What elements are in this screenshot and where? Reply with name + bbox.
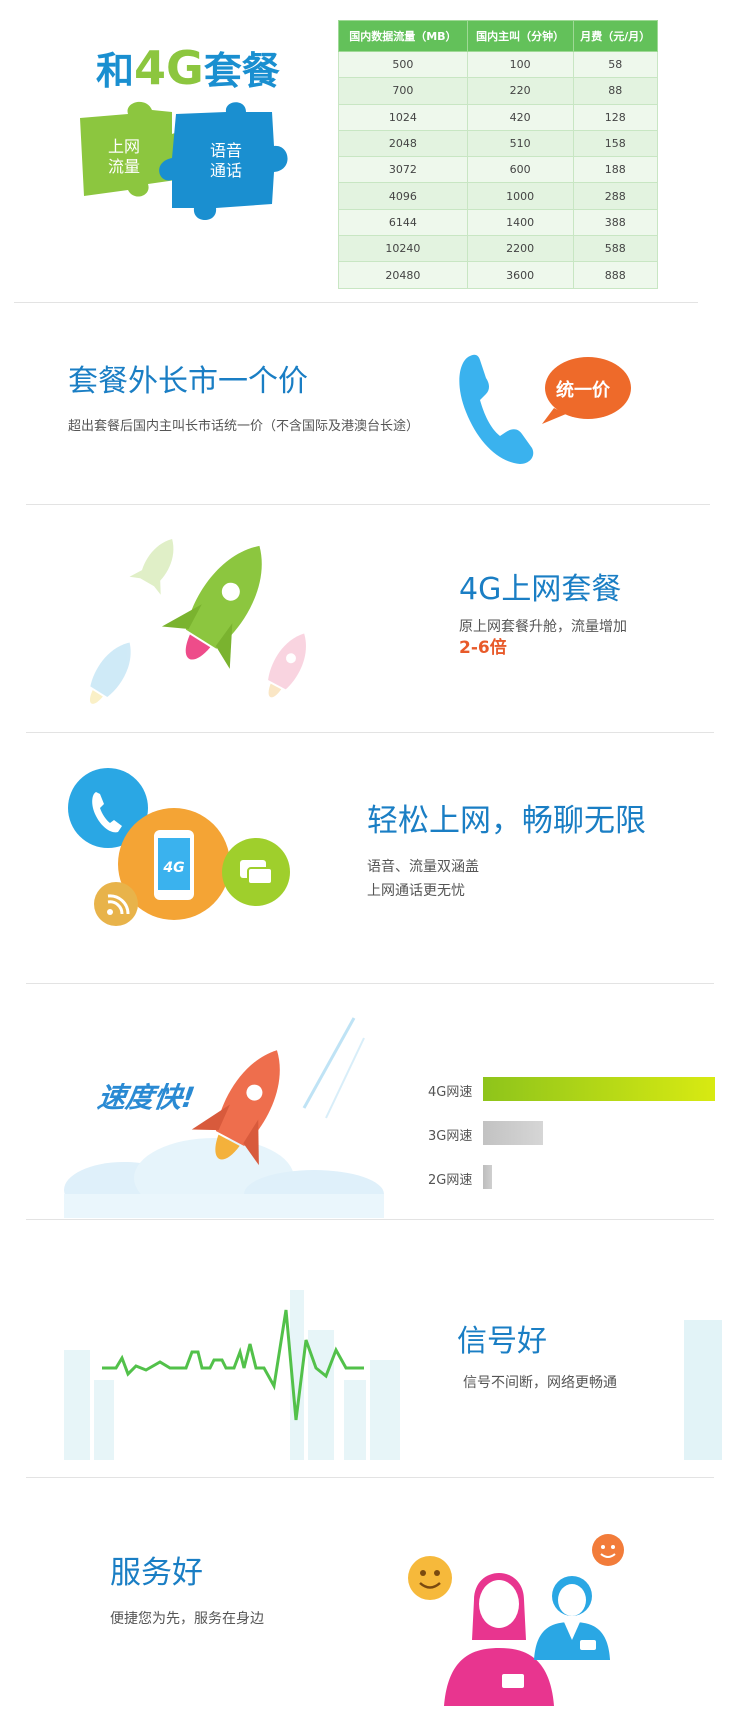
4g-plan-title: 4G上网套餐 (459, 572, 622, 607)
easy-online-line2: 上网通话更无忧 (367, 883, 465, 899)
brand-prefix: 和 (96, 49, 135, 93)
puzzle-left-line1: 上网 (108, 137, 140, 156)
speed-illustration (64, 1017, 384, 1218)
table-cell: 588 (572, 235, 659, 263)
speed-bar-label: 3G网速 (428, 1129, 473, 1144)
plan-table-body: 500 100 58 700 220 88 1024 420 128 2048 510 158 3072… (338, 50, 659, 289)
header-fee: 月费（元/月） (572, 20, 659, 52)
flat-rate-title: 套餐外长市一个价 (68, 364, 308, 399)
speed-bar-label: 4G网速 (428, 1085, 473, 1100)
smile-icon (408, 1556, 452, 1600)
service-title: 服务好 (110, 1555, 203, 1591)
speed-bar (483, 1121, 543, 1145)
puzzle-right-line2: 通话 (210, 161, 242, 180)
table-cell: 600 (466, 156, 574, 184)
table-cell: 500 (338, 50, 468, 79)
table-cell: 100 (466, 50, 574, 79)
table-cell: 4096 (338, 182, 468, 210)
table-row: 20480 3600 888 (338, 261, 659, 289)
signal-title: 信号好 (457, 1324, 547, 1359)
table-cell: 6144 (338, 208, 468, 237)
divider (26, 1477, 714, 1478)
speed-bar (483, 1165, 492, 1189)
easy-online-title: 轻松上网，畅聊无限 (367, 803, 646, 839)
table-row: 500 100 58 (338, 50, 659, 79)
phone-4g-label: 4G (162, 860, 184, 876)
table-row: 2048 510 158 (338, 129, 659, 158)
table-cell: 420 (466, 103, 574, 131)
communication-icons: 4G (68, 768, 290, 926)
header-data: 国内数据流量（MB） (338, 20, 468, 52)
male-agent-avatar (534, 1576, 610, 1660)
right-building-icon (684, 1320, 722, 1460)
service-illustration (408, 1534, 624, 1706)
table-row: 3072 600 188 (338, 156, 659, 184)
brand-4g: 4G (134, 41, 204, 95)
smile-icon-small (592, 1534, 624, 1566)
speed-slogan: 速度快! (95, 1081, 197, 1114)
table-cell: 58 (572, 50, 659, 79)
table-cell: 3600 (466, 261, 574, 289)
table-cell: 20480 (338, 261, 468, 289)
table-cell: 1000 (466, 182, 574, 210)
easy-online-line1: 语音、流量双涵盖 (367, 859, 479, 875)
plan-table-header: 国内数据流量（MB） 国内主叫（分钟） 月费（元/月） (338, 20, 659, 52)
table-cell: 888 (572, 261, 659, 289)
table-row: 4096 1000 288 (338, 182, 659, 210)
table-cell: 2200 (466, 235, 574, 263)
divider (14, 302, 698, 303)
4g-plan-highlight: 2-6倍 (459, 638, 507, 658)
plan-table: 国内数据流量（MB） 国内主叫（分钟） 月费（元/月） 500 100 58 700 2… (338, 20, 659, 289)
divider (26, 504, 710, 505)
price-bubble-text: 统一价 (556, 380, 610, 401)
table-row: 1024 420 128 (338, 103, 659, 131)
table-cell: 188 (572, 156, 659, 184)
puzzle-icon: 上网 流量 语音 通话 (80, 101, 288, 220)
speed-bar-label: 2G网速 (428, 1173, 473, 1188)
puzzle-right-line1: 语音 (210, 141, 242, 160)
table-cell: 128 (572, 103, 659, 131)
service-subtitle: 便捷您为先，服务在身边 (110, 1611, 264, 1627)
table-cell: 158 (572, 129, 659, 158)
table-cell: 220 (466, 77, 574, 105)
speed-bar (483, 1077, 715, 1101)
table-cell: 1400 (466, 208, 574, 237)
table-row: 6144 1400 388 (338, 208, 659, 237)
table-cell: 700 (338, 77, 468, 105)
signal-subtitle: 信号不间断，网络更畅通 (463, 1375, 617, 1391)
female-agent-avatar (444, 1573, 554, 1706)
header-voice: 国内主叫（分钟） (466, 20, 574, 52)
divider (26, 732, 714, 733)
table-cell: 10240 (338, 235, 468, 263)
divider (26, 983, 714, 984)
phone-icon (459, 354, 534, 464)
table-cell: 288 (572, 182, 659, 210)
table-cell: 2048 (338, 129, 468, 158)
table-row: 10240 2200 588 (338, 235, 659, 263)
divider (26, 1219, 714, 1220)
rocket-icon (89, 539, 306, 704)
table-cell: 88 (572, 77, 659, 105)
brand-title: 和4G套餐 (96, 40, 280, 95)
table-row: 700 220 88 (338, 77, 659, 105)
puzzle-left-line2: 流量 (108, 157, 140, 176)
table-cell: 510 (466, 129, 574, 158)
brand-suffix: 套餐 (203, 49, 280, 93)
table-cell: 388 (572, 208, 659, 237)
flat-rate-subtitle: 超出套餐后国内主叫长市话统一价（不含国际及港澳台长途） (68, 419, 420, 434)
city-buildings-icon (64, 1290, 400, 1460)
table-cell: 1024 (338, 103, 468, 131)
signal-illustration (64, 1290, 400, 1460)
table-cell: 3072 (338, 156, 468, 184)
